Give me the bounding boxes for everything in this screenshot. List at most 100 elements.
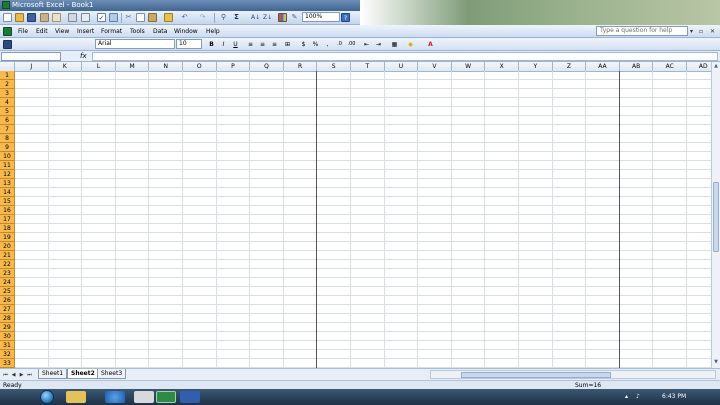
row-header[interactable]: 5: [0, 107, 15, 116]
row-header[interactable]: 18: [0, 224, 15, 233]
save-icon[interactable]: [27, 13, 36, 22]
menu-file[interactable]: File: [18, 27, 28, 36]
row-header[interactable]: 33: [0, 359, 15, 368]
sheet-tab-1[interactable]: Sheet1: [38, 369, 68, 379]
column-header[interactable]: N: [149, 62, 183, 71]
row-header[interactable]: 14: [0, 188, 15, 197]
row-header[interactable]: 2: [0, 80, 15, 89]
column-header[interactable]: Q: [250, 62, 284, 71]
column-header[interactable]: J: [15, 62, 49, 71]
vertical-scroll-thumb[interactable]: [713, 182, 719, 252]
row-header[interactable]: 26: [0, 296, 15, 305]
row-header[interactable]: 10: [0, 152, 15, 161]
font-size-select[interactable]: 10: [176, 39, 202, 49]
borders-icon[interactable]: ▦: [390, 40, 399, 49]
row-header[interactable]: 8: [0, 134, 15, 143]
zoom-select[interactable]: 100%: [302, 12, 340, 22]
last-sheet-icon[interactable]: ⏭: [26, 371, 33, 379]
prev-sheet-icon[interactable]: ◀: [10, 371, 17, 379]
bold-button[interactable]: B: [207, 40, 216, 49]
percent-button[interactable]: %: [311, 40, 320, 49]
column-header[interactable]: O: [183, 62, 217, 71]
row-header[interactable]: 29: [0, 323, 15, 332]
menu-edit[interactable]: Edit: [36, 27, 48, 36]
open-icon[interactable]: [15, 13, 24, 22]
scroll-up-icon[interactable]: ▲: [712, 62, 720, 70]
increase-indent-icon[interactable]: ⇥: [374, 40, 383, 49]
row-header[interactable]: 31: [0, 341, 15, 350]
column-header[interactable]: V: [418, 62, 452, 71]
horizontal-scrollbar[interactable]: [430, 370, 716, 379]
row-header[interactable]: 1: [0, 71, 15, 80]
row-header[interactable]: 15: [0, 197, 15, 206]
formula-input[interactable]: [92, 52, 718, 61]
excel-doc-icon[interactable]: [3, 27, 12, 36]
row-header[interactable]: 28: [0, 314, 15, 323]
paste-icon[interactable]: [148, 13, 157, 22]
increase-decimal-icon[interactable]: .0: [335, 40, 344, 49]
comma-style-icon[interactable]: ,: [323, 40, 332, 49]
name-box[interactable]: [1, 52, 61, 61]
redo-icon[interactable]: ↷: [198, 13, 207, 22]
fill-color-icon[interactable]: ◆: [406, 40, 415, 49]
menu-tools[interactable]: Tools: [130, 27, 145, 36]
menu-help[interactable]: Help: [206, 27, 220, 36]
chart-icon[interactable]: [278, 13, 287, 22]
drawing-icon[interactable]: ✎: [290, 13, 299, 22]
column-header[interactable]: L: [82, 62, 116, 71]
row-header[interactable]: 30: [0, 332, 15, 341]
align-right-icon[interactable]: ≡: [270, 40, 279, 49]
row-header[interactable]: 11: [0, 161, 15, 170]
fx-label[interactable]: fx: [80, 51, 87, 61]
cut-icon[interactable]: ✂: [124, 13, 133, 22]
permission-icon[interactable]: [40, 13, 49, 22]
row-header[interactable]: 19: [0, 233, 15, 242]
menu-window[interactable]: Window: [174, 27, 198, 36]
taskbar-clock[interactable]: 6:43 PM: [662, 392, 686, 402]
sheet-tab-2[interactable]: Sheet2: [67, 369, 99, 379]
worksheet-grid[interactable]: J K L M N O P Q R S T U V W X Y Z AA AB AC AD 1 2 3 4 5 6 7 8 9 10 11 1…: [0, 62, 711, 368]
font-color-icon[interactable]: A: [426, 40, 435, 49]
print-icon[interactable]: [68, 13, 77, 22]
row-header[interactable]: 6: [0, 116, 15, 125]
scroll-down-icon[interactable]: ▼: [712, 358, 720, 366]
excel-taskbar-icon[interactable]: [156, 391, 176, 403]
research-icon[interactable]: [109, 13, 118, 22]
first-sheet-icon[interactable]: ⏮: [2, 371, 9, 379]
column-header[interactable]: AA: [586, 62, 620, 71]
column-header[interactable]: T: [351, 62, 385, 71]
currency-button[interactable]: $: [299, 40, 308, 49]
restore-window-icon[interactable]: ▫: [699, 27, 703, 36]
column-header[interactable]: S: [317, 62, 351, 71]
row-header[interactable]: 22: [0, 260, 15, 269]
menu-data[interactable]: Data: [153, 27, 167, 36]
align-center-icon[interactable]: ≡: [258, 40, 267, 49]
row-header[interactable]: 24: [0, 278, 15, 287]
column-header[interactable]: P: [217, 62, 251, 71]
tray-volume-icon[interactable]: ♪: [636, 392, 640, 402]
select-all-corner[interactable]: [0, 62, 15, 71]
align-left-icon[interactable]: ≡: [246, 40, 255, 49]
merge-center-icon[interactable]: ⊞: [283, 40, 292, 49]
explorer-taskbar-icon[interactable]: [66, 391, 86, 403]
row-header[interactable]: 7: [0, 125, 15, 134]
start-button[interactable]: [40, 390, 54, 404]
column-header[interactable]: K: [49, 62, 83, 71]
help-icon[interactable]: ?: [341, 13, 350, 22]
hyperlink-icon[interactable]: ⚲: [219, 13, 228, 22]
column-header[interactable]: U: [385, 62, 419, 71]
row-header[interactable]: 16: [0, 206, 15, 215]
row-header[interactable]: 25: [0, 287, 15, 296]
sort-desc-icon[interactable]: Z↓: [263, 13, 272, 22]
column-header[interactable]: W: [452, 62, 486, 71]
menu-format[interactable]: Format: [101, 27, 122, 36]
row-header[interactable]: 9: [0, 143, 15, 152]
tray-network-icon[interactable]: ▴: [625, 392, 628, 402]
media-taskbar-icon[interactable]: [134, 391, 154, 403]
row-header[interactable]: 21: [0, 251, 15, 260]
row-header[interactable]: 13: [0, 179, 15, 188]
undo-icon[interactable]: ↶: [180, 13, 189, 22]
decrease-indent-icon[interactable]: ⇤: [362, 40, 371, 49]
column-header[interactable]: AB: [620, 62, 654, 71]
word-taskbar-icon[interactable]: [180, 391, 200, 403]
